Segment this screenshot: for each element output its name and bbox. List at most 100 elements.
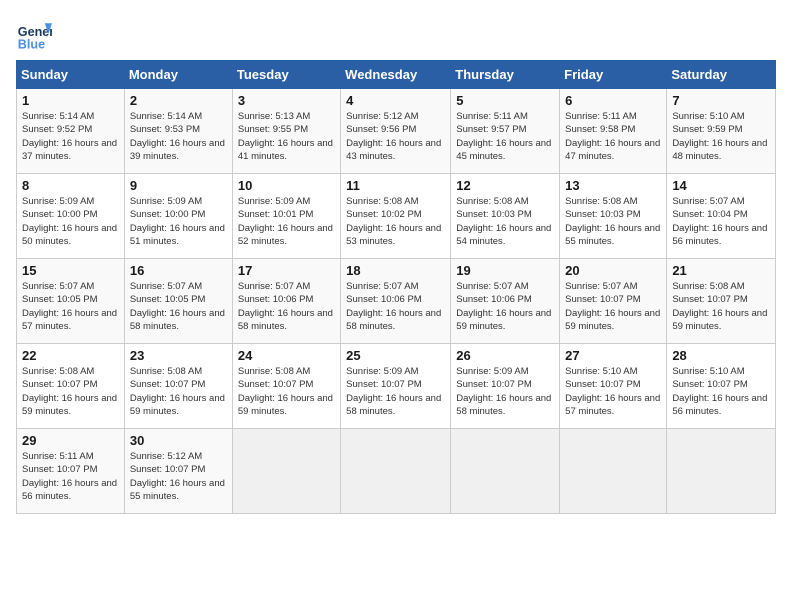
calendar-cell: 7Sunrise: 5:10 AMSunset: 9:59 PMDaylight… <box>667 89 776 174</box>
calendar-cell: 29 Sunrise: 5:11 AMSunset: 10:07 PMDaylig… <box>17 429 125 514</box>
calendar-cell: 6 Sunrise: 5:11 AMSunset: 9:58 PMDaylight… <box>560 89 667 174</box>
day-detail: Sunrise: 5:14 AMSunset: 9:52 PMDaylight:… <box>22 110 119 163</box>
calendar-cell: 5 Sunrise: 5:11 AMSunset: 9:57 PMDaylight… <box>451 89 560 174</box>
logo: General Blue <box>16 16 52 52</box>
day-detail: Sunrise: 5:07 AMSunset: 10:06 PMDaylight… <box>238 280 335 333</box>
day-number: 14 <box>672 178 770 193</box>
day-detail: Sunrise: 5:13 AMSunset: 9:55 PMDaylight:… <box>238 110 335 163</box>
day-detail: Sunrise: 5:11 AMSunset: 9:58 PMDaylight:… <box>565 110 661 163</box>
day-detail: Sunrise: 5:08 AMSunset: 10:03 PMDaylight… <box>456 195 554 248</box>
calendar-week-4: 22 Sunrise: 5:08 AMSunset: 10:07 PMDaylig… <box>17 344 776 429</box>
calendar-cell: 22 Sunrise: 5:08 AMSunset: 10:07 PMDaylig… <box>17 344 125 429</box>
day-number: 3 <box>238 93 335 108</box>
day-number: 23 <box>130 348 227 363</box>
calendar-cell: 17 Sunrise: 5:07 AMSunset: 10:06 PMDaylig… <box>232 259 340 344</box>
column-header-wednesday: Wednesday <box>341 61 451 89</box>
calendar-cell: 21 Sunrise: 5:08 AMSunset: 10:07 PMDaylig… <box>667 259 776 344</box>
calendar-cell: 14Sunrise: 5:07 AMSunset: 10:04 PMDaylig… <box>667 174 776 259</box>
day-number: 6 <box>565 93 661 108</box>
calendar-cell: 4 Sunrise: 5:12 AMSunset: 9:56 PMDaylight… <box>341 89 451 174</box>
calendar-cell: 13 Sunrise: 5:08 AMSunset: 10:03 PMDaylig… <box>560 174 667 259</box>
calendar-cell: 25 Sunrise: 5:09 AMSunset: 10:07 PMDaylig… <box>341 344 451 429</box>
calendar-cell: 2 Sunrise: 5:14 AMSunset: 9:53 PMDaylight… <box>124 89 232 174</box>
day-number: 12 <box>456 178 554 193</box>
day-number: 13 <box>565 178 661 193</box>
day-number: 28 <box>672 348 770 363</box>
calendar-cell: 10Sunrise: 5:09 AMSunset: 10:01 PMDaylig… <box>232 174 340 259</box>
day-number: 16 <box>130 263 227 278</box>
calendar-cell: 12 Sunrise: 5:08 AMSunset: 10:03 PMDaylig… <box>451 174 560 259</box>
day-number: 27 <box>565 348 661 363</box>
calendar-week-1: 1 Sunrise: 5:14 AMSunset: 9:52 PMDaylight… <box>17 89 776 174</box>
day-number: 5 <box>456 93 554 108</box>
day-detail: Sunrise: 5:07 AMSunset: 10:05 PMDaylight… <box>130 280 227 333</box>
day-number: 9 <box>130 178 227 193</box>
calendar-cell <box>232 429 340 514</box>
calendar-cell: 15Sunrise: 5:07 AMSunset: 10:05 PMDaylig… <box>17 259 125 344</box>
day-detail: Sunrise: 5:11 AMSunset: 9:57 PMDaylight:… <box>456 110 554 163</box>
day-number: 17 <box>238 263 335 278</box>
day-number: 2 <box>130 93 227 108</box>
day-detail: Sunrise: 5:09 AMSunset: 10:07 PMDaylight… <box>346 365 445 418</box>
day-detail: Sunrise: 5:10 AMSunset: 10:07 PMDaylight… <box>565 365 661 418</box>
calendar-cell: 11 Sunrise: 5:08 AMSunset: 10:02 PMDaylig… <box>341 174 451 259</box>
day-detail: Sunrise: 5:09 AMSunset: 10:00 PMDaylight… <box>130 195 227 248</box>
calendar-cell: 20 Sunrise: 5:07 AMSunset: 10:07 PMDaylig… <box>560 259 667 344</box>
day-detail: Sunrise: 5:07 AMSunset: 10:06 PMDaylight… <box>456 280 554 333</box>
day-number: 22 <box>22 348 119 363</box>
calendar-cell: 19 Sunrise: 5:07 AMSunset: 10:06 PMDaylig… <box>451 259 560 344</box>
day-detail: Sunrise: 5:08 AMSunset: 10:03 PMDaylight… <box>565 195 661 248</box>
day-detail: Sunrise: 5:08 AMSunset: 10:07 PMDaylight… <box>130 365 227 418</box>
day-number: 19 <box>456 263 554 278</box>
day-detail: Sunrise: 5:14 AMSunset: 9:53 PMDaylight:… <box>130 110 227 163</box>
day-detail: Sunrise: 5:10 AMSunset: 10:07 PMDaylight… <box>672 365 770 418</box>
column-header-tuesday: Tuesday <box>232 61 340 89</box>
day-detail: Sunrise: 5:10 AMSunset: 9:59 PMDaylight:… <box>672 110 770 163</box>
day-number: 25 <box>346 348 445 363</box>
calendar-cell: 27 Sunrise: 5:10 AMSunset: 10:07 PMDaylig… <box>560 344 667 429</box>
calendar-cell: 28 Sunrise: 5:10 AMSunset: 10:07 PMDaylig… <box>667 344 776 429</box>
calendar-cell: 18Sunrise: 5:07 AMSunset: 10:06 PMDaylig… <box>341 259 451 344</box>
day-detail: Sunrise: 5:09 AMSunset: 10:00 PMDaylight… <box>22 195 119 248</box>
calendar-week-2: 8 Sunrise: 5:09 AMSunset: 10:00 PMDayligh… <box>17 174 776 259</box>
page-header: General Blue <box>16 16 776 52</box>
day-number: 1 <box>22 93 119 108</box>
day-number: 11 <box>346 178 445 193</box>
day-number: 26 <box>456 348 554 363</box>
day-detail: Sunrise: 5:07 AMSunset: 10:07 PMDaylight… <box>565 280 661 333</box>
day-detail: Sunrise: 5:08 AMSunset: 10:07 PMDaylight… <box>238 365 335 418</box>
day-number: 24 <box>238 348 335 363</box>
calendar-cell: 23 Sunrise: 5:08 AMSunset: 10:07 PMDaylig… <box>124 344 232 429</box>
column-header-friday: Friday <box>560 61 667 89</box>
day-detail: Sunrise: 5:12 AMSunset: 10:07 PMDaylight… <box>130 450 227 503</box>
calendar-week-5: 29 Sunrise: 5:11 AMSunset: 10:07 PMDaylig… <box>17 429 776 514</box>
day-detail: Sunrise: 5:08 AMSunset: 10:02 PMDaylight… <box>346 195 445 248</box>
calendar-cell: 1 Sunrise: 5:14 AMSunset: 9:52 PMDaylight… <box>17 89 125 174</box>
calendar-cell: 8 Sunrise: 5:09 AMSunset: 10:00 PMDayligh… <box>17 174 125 259</box>
calendar-cell: 16 Sunrise: 5:07 AMSunset: 10:05 PMDaylig… <box>124 259 232 344</box>
day-detail: Sunrise: 5:09 AMSunset: 10:07 PMDaylight… <box>456 365 554 418</box>
calendar-cell <box>667 429 776 514</box>
calendar-cell: 30 Sunrise: 5:12 AMSunset: 10:07 PMDaylig… <box>124 429 232 514</box>
day-detail: Sunrise: 5:08 AMSunset: 10:07 PMDaylight… <box>672 280 770 333</box>
calendar-cell: 9 Sunrise: 5:09 AMSunset: 10:00 PMDayligh… <box>124 174 232 259</box>
calendar-cell: 24 Sunrise: 5:08 AMSunset: 10:07 PMDaylig… <box>232 344 340 429</box>
column-header-thursday: Thursday <box>451 61 560 89</box>
calendar-cell: 26 Sunrise: 5:09 AMSunset: 10:07 PMDaylig… <box>451 344 560 429</box>
day-detail: Sunrise: 5:08 AMSunset: 10:07 PMDaylight… <box>22 365 119 418</box>
day-number: 30 <box>130 433 227 448</box>
day-number: 8 <box>22 178 119 193</box>
calendar-cell <box>560 429 667 514</box>
day-number: 21 <box>672 263 770 278</box>
calendar-cell <box>341 429 451 514</box>
column-header-saturday: Saturday <box>667 61 776 89</box>
day-number: 20 <box>565 263 661 278</box>
day-detail: Sunrise: 5:11 AMSunset: 10:07 PMDaylight… <box>22 450 119 503</box>
day-number: 15 <box>22 263 119 278</box>
logo-icon: General Blue <box>16 16 52 52</box>
day-number: 4 <box>346 93 445 108</box>
day-number: 29 <box>22 433 119 448</box>
day-detail: Sunrise: 5:12 AMSunset: 9:56 PMDaylight:… <box>346 110 445 163</box>
calendar-week-3: 15 Sunrise: 5:07 AMSunset: 10:05 PMDaylig… <box>17 259 776 344</box>
calendar-cell: 3 Sunrise: 5:13 AMSunset: 9:55 PMDaylight… <box>232 89 340 174</box>
